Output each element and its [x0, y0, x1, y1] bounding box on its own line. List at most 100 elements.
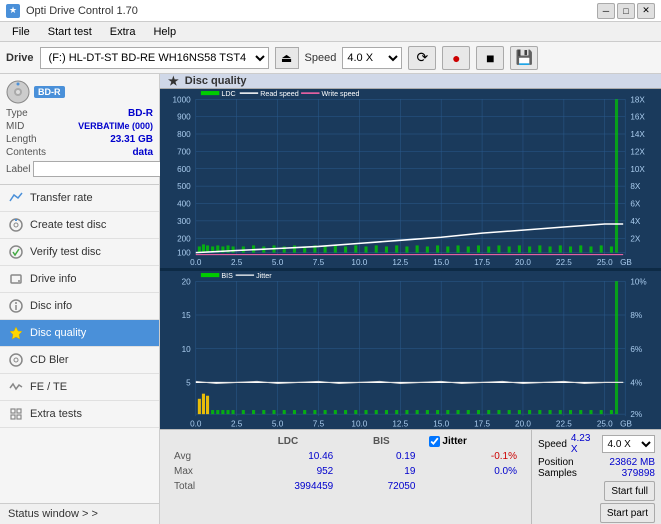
refresh-button[interactable]: ⟳ — [408, 46, 436, 70]
nav-disc-info[interactable]: Disc info — [0, 293, 159, 320]
nav-create-test-disc[interactable]: Create test disc — [0, 212, 159, 239]
svg-text:Jitter: Jitter — [256, 272, 272, 280]
label-row: Label ... — [6, 160, 153, 178]
svg-text:7.5: 7.5 — [313, 258, 325, 267]
max-jitter: 0.0% — [423, 465, 523, 478]
svg-text:16X: 16X — [630, 113, 645, 122]
nav-cd-bler[interactable]: CD Bler — [0, 347, 159, 374]
nav-disc-quality-label: Disc quality — [30, 327, 86, 339]
svg-text:14X: 14X — [630, 130, 645, 139]
svg-text:Read speed: Read speed — [260, 90, 299, 98]
nav-fe-te[interactable]: FE / TE — [0, 374, 159, 401]
content-area: ★ Disc quality — [160, 74, 661, 524]
start-full-button[interactable]: Start full — [604, 481, 655, 501]
disc-header: BD-R — [6, 80, 153, 104]
svg-text:25.0: 25.0 — [597, 419, 613, 428]
minimize-button[interactable]: ─ — [597, 3, 615, 19]
maximize-button[interactable]: □ — [617, 3, 635, 19]
nav-disc-quality[interactable]: Disc quality — [0, 320, 159, 347]
svg-text:700: 700 — [177, 147, 191, 156]
stop-button[interactable]: ■ — [476, 46, 504, 70]
quality-title: Disc quality — [185, 75, 247, 87]
start-part-button[interactable]: Start part — [600, 503, 655, 523]
avg-jitter: -0.1% — [423, 450, 523, 463]
nav-drive-info[interactable]: Drive info — [0, 266, 159, 293]
contents-value: data — [132, 147, 153, 158]
svg-text:GB: GB — [620, 258, 632, 267]
svg-text:2%: 2% — [630, 410, 642, 419]
nav-transfer-rate[interactable]: Transfer rate — [0, 185, 159, 212]
title-bar-left: ★ Opti Drive Control 1.70 — [6, 4, 138, 18]
disc-length-row: Length 23.31 GB — [6, 134, 153, 145]
menu-bar: File Start test Extra Help — [0, 22, 661, 42]
svg-text:12.5: 12.5 — [392, 419, 408, 428]
status-window-label: Status window > > — [8, 508, 98, 520]
main-area: BD-R Type BD-R MID VERBATIMe (000) Lengt… — [0, 74, 661, 524]
drive-label: Drive — [6, 52, 34, 64]
samples-value: 379898 — [622, 468, 655, 479]
svg-text:12X: 12X — [630, 147, 645, 156]
svg-text:10.0: 10.0 — [351, 258, 367, 267]
svg-text:7.5: 7.5 — [313, 419, 325, 428]
toolbar: Drive (F:) HL-DT-ST BD-RE WH16NS58 TST4 … — [0, 42, 661, 74]
svg-text:25.0: 25.0 — [597, 258, 613, 267]
position-value: 23862 MB — [609, 457, 655, 468]
stats-table: LDC BIS Jitter Avg 10.46 0.19 — [166, 433, 525, 495]
nav-extra-tests[interactable]: Extra tests — [0, 401, 159, 428]
disc-contents-row: Contents data — [6, 147, 153, 158]
svg-text:8%: 8% — [630, 311, 642, 320]
eject-button[interactable]: ⏏ — [275, 47, 299, 69]
disc-type-row: Type BD-R — [6, 108, 153, 119]
mid-value: VERBATIMe (000) — [78, 121, 153, 132]
total-label: Total — [168, 480, 235, 493]
fe-te-icon — [8, 379, 24, 395]
stats-right: Speed 4.23 X 4.0 X Position 23862 MB Sam… — [531, 430, 661, 524]
svg-text:5: 5 — [186, 378, 191, 387]
close-button[interactable]: ✕ — [637, 3, 655, 19]
nav-items: Transfer rate Create test disc Verify te… — [0, 185, 159, 503]
create-disc-icon — [8, 217, 24, 233]
verify-disc-icon — [8, 244, 24, 260]
svg-text:5.0: 5.0 — [272, 419, 284, 428]
status-window-nav[interactable]: Status window > > — [0, 503, 159, 524]
nav-create-disc-label: Create test disc — [30, 219, 106, 231]
jitter-checkbox[interactable] — [429, 436, 440, 447]
stats-bar: LDC BIS Jitter Avg 10.46 0.19 — [160, 429, 661, 524]
disc-icon — [6, 80, 30, 104]
nav-verify-test-disc[interactable]: Verify test disc — [0, 239, 159, 266]
menu-start-test[interactable]: Start test — [40, 24, 100, 40]
svg-text:0.0: 0.0 — [190, 419, 202, 428]
svg-text:20: 20 — [182, 277, 192, 286]
svg-text:12.5: 12.5 — [392, 258, 408, 267]
save-button[interactable]: 💾 — [510, 46, 538, 70]
menu-file[interactable]: File — [4, 24, 38, 40]
svg-text:200: 200 — [177, 234, 191, 243]
avg-bis: 0.19 — [341, 450, 421, 463]
svg-text:10.0: 10.0 — [351, 419, 367, 428]
menu-extra[interactable]: Extra — [102, 24, 144, 40]
sidebar: BD-R Type BD-R MID VERBATIMe (000) Lengt… — [0, 74, 160, 524]
svg-text:6%: 6% — [630, 345, 642, 354]
avg-ldc: 10.46 — [237, 450, 340, 463]
label-input[interactable] — [33, 161, 171, 177]
svg-text:BIS: BIS — [221, 272, 233, 280]
menu-help[interactable]: Help — [145, 24, 184, 40]
svg-text:18X: 18X — [630, 95, 645, 104]
bottom-chart: 20 15 10 5 10% 8% 6% 4% 2% 0.0 2.5 5.0 7… — [160, 271, 661, 429]
svg-text:0.0: 0.0 — [190, 258, 202, 267]
total-bis: 72050 — [341, 480, 421, 493]
svg-text:15.0: 15.0 — [433, 419, 449, 428]
nav-drive-info-label: Drive info — [30, 273, 76, 285]
svg-text:900: 900 — [177, 113, 191, 122]
speed-select-stats[interactable]: 4.0 X — [602, 435, 655, 453]
ldc-chart-svg: 1000 900 800 700 600 500 400 300 200 100… — [160, 89, 661, 268]
bis-chart-svg: 20 15 10 5 10% 8% 6% 4% 2% 0.0 2.5 5.0 7… — [160, 271, 661, 429]
disc-mid-row: MID VERBATIMe (000) — [6, 121, 153, 132]
drive-info-icon — [8, 271, 24, 287]
speed-select[interactable]: 4.0 X — [342, 47, 402, 69]
nav-cd-bler-label: CD Bler — [30, 354, 69, 366]
record-button[interactable]: ● — [442, 46, 470, 70]
drive-select[interactable]: (F:) HL-DT-ST BD-RE WH16NS58 TST4 — [40, 47, 269, 69]
type-label: Type — [6, 108, 28, 119]
jitter-col-header: Jitter — [442, 436, 466, 447]
